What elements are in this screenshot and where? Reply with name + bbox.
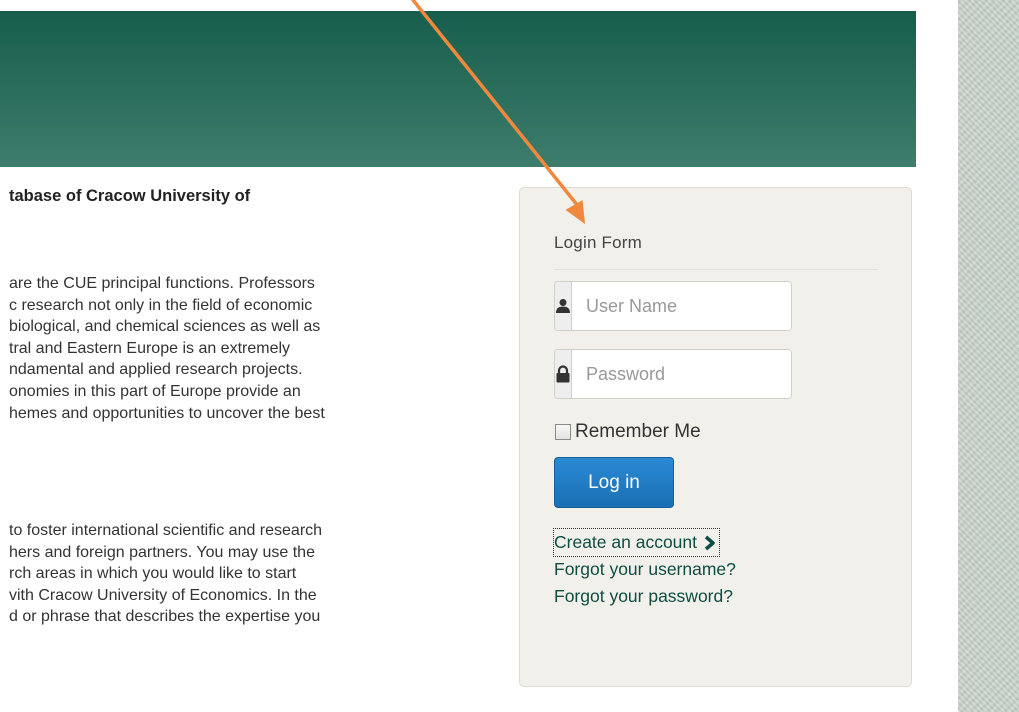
password-input[interactable] xyxy=(572,350,791,398)
password-group xyxy=(554,349,792,399)
text-line: c research not only in the field of econ… xyxy=(9,296,313,314)
text-line: to foster international scientific and r… xyxy=(9,522,323,539)
login-button[interactable]: Log in xyxy=(554,457,674,508)
header-banner xyxy=(0,11,916,167)
article-heading: tabase of Cracow University of xyxy=(9,187,251,205)
text-line: rch areas in which you would like to sta… xyxy=(9,565,297,583)
username-input[interactable] xyxy=(572,282,791,330)
text-line: tral and Eastern Europe is an extremely xyxy=(9,339,291,357)
text-line: hemes and opportunities to uncover the b… xyxy=(9,404,325,422)
login-form-title: Login Form xyxy=(554,233,642,252)
text-line: d or phrase that describes the expertise… xyxy=(9,608,321,626)
create-account-link[interactable]: Create an account xyxy=(552,528,721,557)
remember-me-label[interactable]: Remember Me xyxy=(575,421,701,443)
article-content: tabase of Cracow University of are the C… xyxy=(9,186,491,625)
forgot-username-link[interactable]: Forgot your username? xyxy=(554,556,736,583)
user-icon xyxy=(555,282,572,330)
divider xyxy=(554,269,878,270)
text-line: biological, and chemical sciences as wel… xyxy=(9,318,321,336)
text-line: vith Cracow University of Economics. In … xyxy=(9,586,317,604)
chevron-right-icon xyxy=(703,535,717,551)
forgot-password-link[interactable]: Forgot your password? xyxy=(554,583,736,610)
account-links: Create an account Forgot your username? … xyxy=(552,528,736,610)
login-form-panel: Login Form Remember Me Log in Create an … xyxy=(519,187,912,687)
text-line: hers and foreign partners. You may use t… xyxy=(9,543,315,561)
article-paragraph-1: are the CUE principal functions. Profess… xyxy=(9,273,325,424)
article-paragraph-2: to foster international scientific and r… xyxy=(9,520,322,628)
lock-icon xyxy=(555,350,572,398)
page-background-texture xyxy=(958,0,1019,712)
text-line: ndamental and applied research projects. xyxy=(9,361,303,379)
text-line: onomies in this part of Europe provide a… xyxy=(9,382,301,400)
text-line: are the CUE principal functions. Profess… xyxy=(9,275,315,292)
remember-me-checkbox[interactable] xyxy=(555,424,571,440)
create-account-label: Create an account xyxy=(554,532,698,552)
remember-me-row: Remember Me xyxy=(555,421,701,443)
username-group xyxy=(554,281,792,331)
